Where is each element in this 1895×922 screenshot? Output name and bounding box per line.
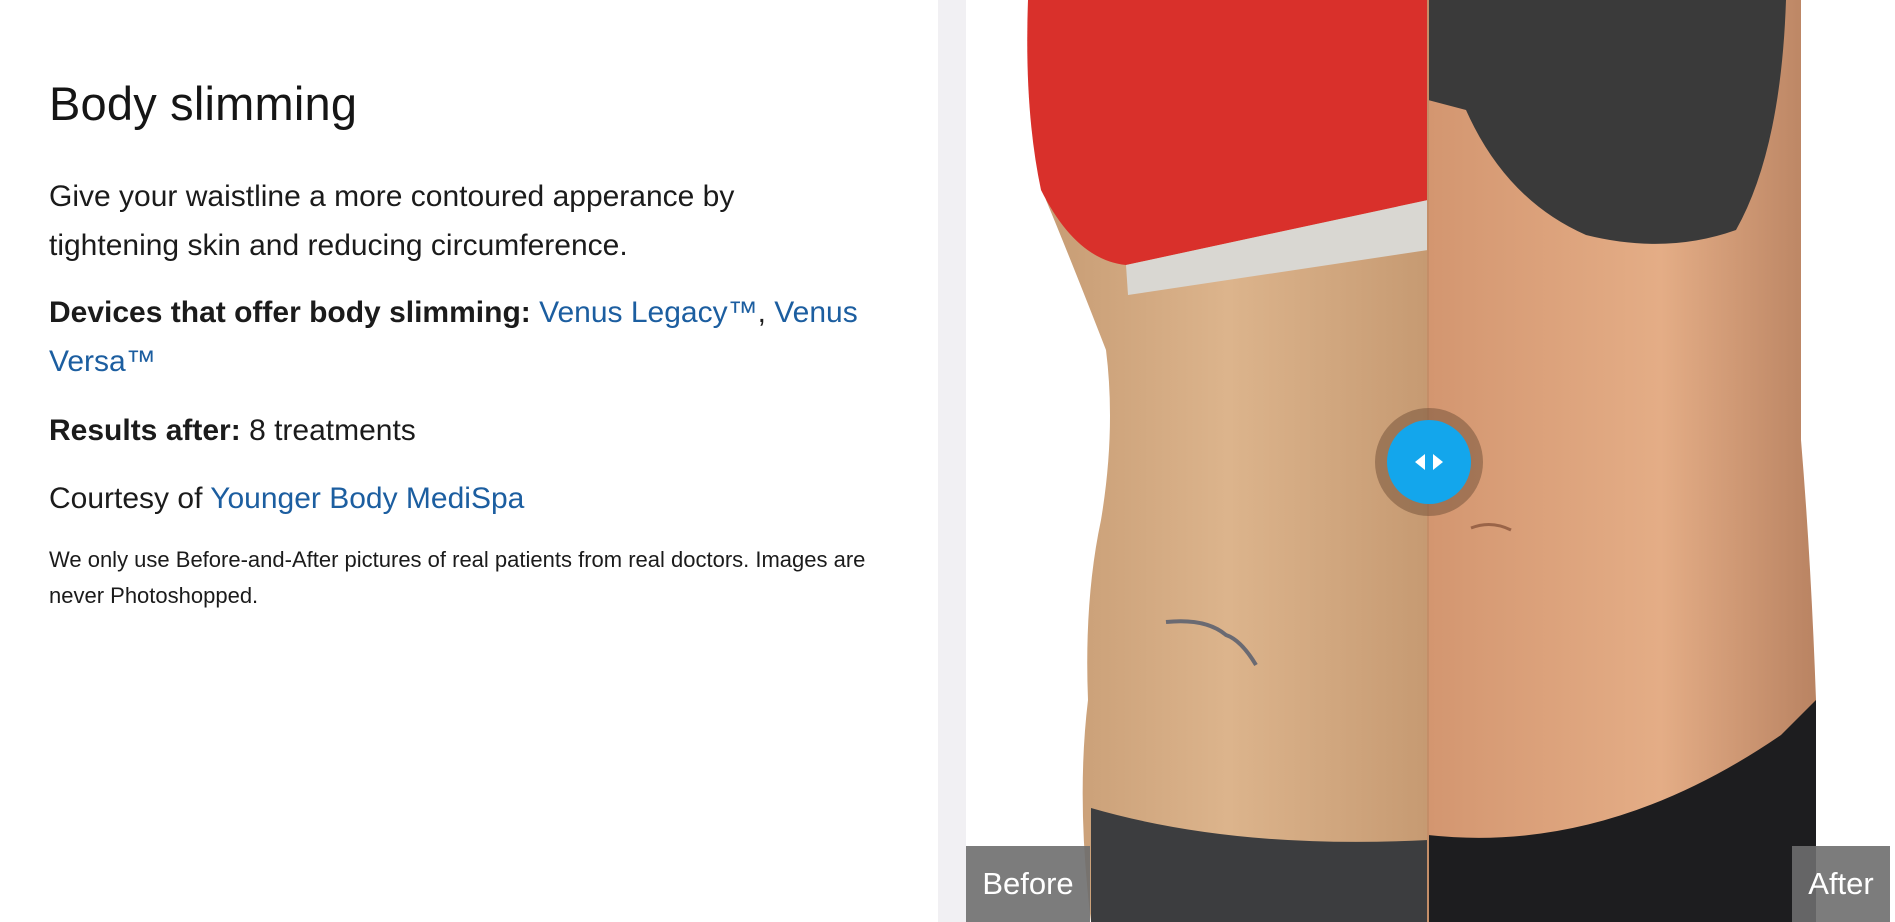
- left-right-arrows-icon[interactable]: [1387, 420, 1471, 504]
- results-value: 8 treatments: [249, 414, 416, 447]
- devices-separator: ,: [757, 296, 766, 329]
- slider-handle[interactable]: [1375, 408, 1483, 516]
- treatment-description: Give your waistline a more contoured app…: [49, 180, 735, 262]
- results-label: Results after:: [49, 414, 241, 447]
- before-label: Before: [966, 846, 1090, 922]
- page-title: Body slimming: [49, 77, 358, 130]
- devices-line: Devices that offer body slimming: Venus …: [49, 288, 889, 386]
- after-label: After: [1792, 846, 1890, 922]
- courtesy-prefix: Courtesy of: [49, 482, 203, 515]
- before-after-slider[interactable]: Before After: [966, 0, 1895, 922]
- arrow-right-icon: [1433, 454, 1443, 470]
- column-divider: [938, 0, 966, 922]
- arrow-left-icon: [1415, 454, 1425, 470]
- courtesy-link[interactable]: Younger Body MediSpa: [210, 482, 524, 515]
- device-link-venus-legacy[interactable]: Venus Legacy™: [539, 296, 757, 329]
- results-line: Results after: 8 treatments: [49, 406, 416, 455]
- courtesy-line: Courtesy of Younger Body MediSpa: [49, 474, 524, 523]
- devices-label: Devices that offer body slimming:: [49, 296, 531, 329]
- treatment-info-panel: Body slimming Give your waistline a more…: [0, 0, 938, 922]
- disclaimer-text: We only use Before-and-After pictures of…: [49, 547, 866, 608]
